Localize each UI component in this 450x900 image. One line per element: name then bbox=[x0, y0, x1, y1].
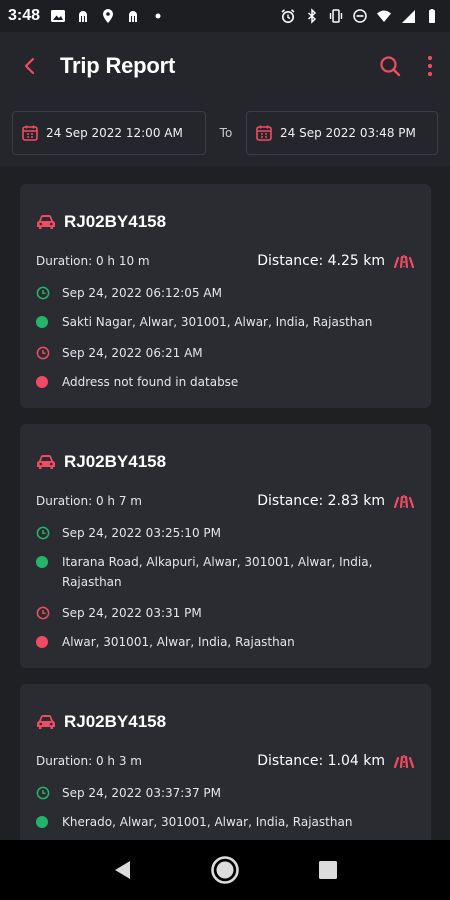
start-address: Sakti Nagar, Alwar, 301001, Alwar, India… bbox=[62, 315, 373, 329]
car-icon bbox=[36, 714, 56, 730]
start-location-dot-icon bbox=[36, 816, 48, 828]
status-bar: 3:48 bbox=[0, 0, 450, 32]
vehicle-number: RJ02BY4158 bbox=[64, 452, 167, 471]
cell-signal-icon bbox=[402, 10, 415, 23]
back-button[interactable] bbox=[0, 32, 60, 100]
end-clock-icon bbox=[36, 603, 62, 620]
back-triangle-icon bbox=[114, 861, 130, 879]
app-bar: Trip Report bbox=[0, 32, 450, 100]
start-clock-icon bbox=[36, 283, 62, 300]
end-address: Address not found in databse bbox=[62, 375, 239, 389]
app-notification-icon-2 bbox=[129, 11, 138, 22]
trip-card[interactable]: RJ02BY4158 Duration: 0 h 10 m Distance: … bbox=[20, 184, 431, 408]
trip-distance: Distance: 1.04 km bbox=[257, 753, 385, 769]
start-address: Itarana Road, Alkapuri, Alwar, 301001, A… bbox=[62, 555, 373, 589]
alarm-icon bbox=[281, 9, 295, 23]
from-date-value: 24 Sep 2022 12:00 AM bbox=[46, 126, 183, 140]
start-time: Sep 24, 2022 03:25:10 PM bbox=[62, 526, 221, 540]
vehicle-number: RJ02BY4158 bbox=[64, 212, 167, 231]
nav-back-button[interactable] bbox=[97, 845, 147, 895]
vibrate-icon bbox=[329, 9, 343, 23]
from-date-field[interactable]: 24 Sep 2022 12:00 AM bbox=[12, 111, 206, 155]
trip-distance: Distance: 2.83 km bbox=[257, 493, 385, 509]
start-time: Sep 24, 2022 03:37:37 PM bbox=[62, 786, 221, 800]
more-options-button[interactable] bbox=[410, 32, 450, 100]
end-location-dot-icon bbox=[36, 376, 48, 388]
trip-duration: Duration: 0 h 3 m bbox=[36, 754, 142, 768]
car-icon bbox=[36, 454, 56, 470]
bluetooth-icon bbox=[307, 8, 317, 24]
recents-square-icon bbox=[319, 861, 338, 879]
end-clock-icon bbox=[36, 343, 62, 360]
nav-home-button[interactable] bbox=[200, 845, 250, 895]
nav-recents-button[interactable] bbox=[303, 845, 353, 895]
start-location-dot-icon bbox=[36, 316, 48, 328]
do-not-disturb-icon bbox=[353, 9, 367, 23]
home-circle-icon bbox=[211, 856, 239, 884]
image-notification-icon bbox=[51, 10, 66, 22]
app-notification-icon bbox=[79, 11, 88, 22]
route-icon bbox=[393, 254, 415, 268]
page-title: Trip Report bbox=[60, 53, 176, 78]
start-clock-icon bbox=[36, 523, 62, 540]
location-icon bbox=[103, 9, 114, 23]
to-date-value: 24 Sep 2022 03:48 PM bbox=[280, 126, 416, 140]
battery-icon bbox=[429, 9, 435, 23]
more-notifications-dot-icon bbox=[155, 13, 161, 19]
trip-list[interactable]: RJ02BY4158 Duration: 0 h 10 m Distance: … bbox=[0, 166, 450, 840]
trip-distance: Distance: 4.25 km bbox=[257, 253, 385, 269]
to-date-field[interactable]: 24 Sep 2022 03:48 PM bbox=[246, 111, 438, 155]
start-time: Sep 24, 2022 06:12:05 AM bbox=[62, 286, 222, 300]
system-navigation-bar bbox=[0, 840, 450, 900]
chevron-left-icon bbox=[24, 57, 35, 75]
route-icon bbox=[393, 494, 415, 508]
end-time: Sep 24, 2022 03:31 PM bbox=[62, 606, 202, 620]
trip-duration: Duration: 0 h 7 m bbox=[36, 494, 142, 508]
end-time: Sep 24, 2022 06:21 AM bbox=[62, 346, 203, 360]
vehicle-number: RJ02BY4158 bbox=[64, 712, 167, 731]
end-address: Alwar, 301001, Alwar, India, Rajasthan bbox=[62, 635, 295, 649]
to-label: To bbox=[219, 126, 233, 140]
search-icon bbox=[380, 56, 401, 77]
status-time: 3:48 bbox=[8, 7, 41, 24]
end-location-dot-icon bbox=[36, 636, 48, 648]
trip-duration: Duration: 0 h 10 m bbox=[36, 254, 150, 268]
route-icon bbox=[393, 754, 415, 768]
search-button[interactable] bbox=[370, 32, 410, 100]
start-location-dot-icon bbox=[36, 556, 48, 568]
trip-card[interactable]: RJ02BY4158 Duration: 0 h 3 m Distance: 1… bbox=[20, 684, 431, 840]
wifi-icon bbox=[377, 10, 391, 22]
car-icon bbox=[36, 214, 56, 230]
trip-card[interactable]: RJ02BY4158 Duration: 0 h 7 m Distance: 2… bbox=[20, 424, 431, 668]
calendar-icon bbox=[21, 124, 39, 142]
calendar-icon bbox=[255, 124, 273, 142]
date-range-filter: 24 Sep 2022 12:00 AM To 24 Sep 2022 03:4… bbox=[0, 100, 450, 166]
more-vertical-icon bbox=[427, 55, 433, 77]
start-clock-icon bbox=[36, 783, 62, 800]
start-address: Kherado, Alwar, 301001, Alwar, India, Ra… bbox=[62, 815, 353, 829]
